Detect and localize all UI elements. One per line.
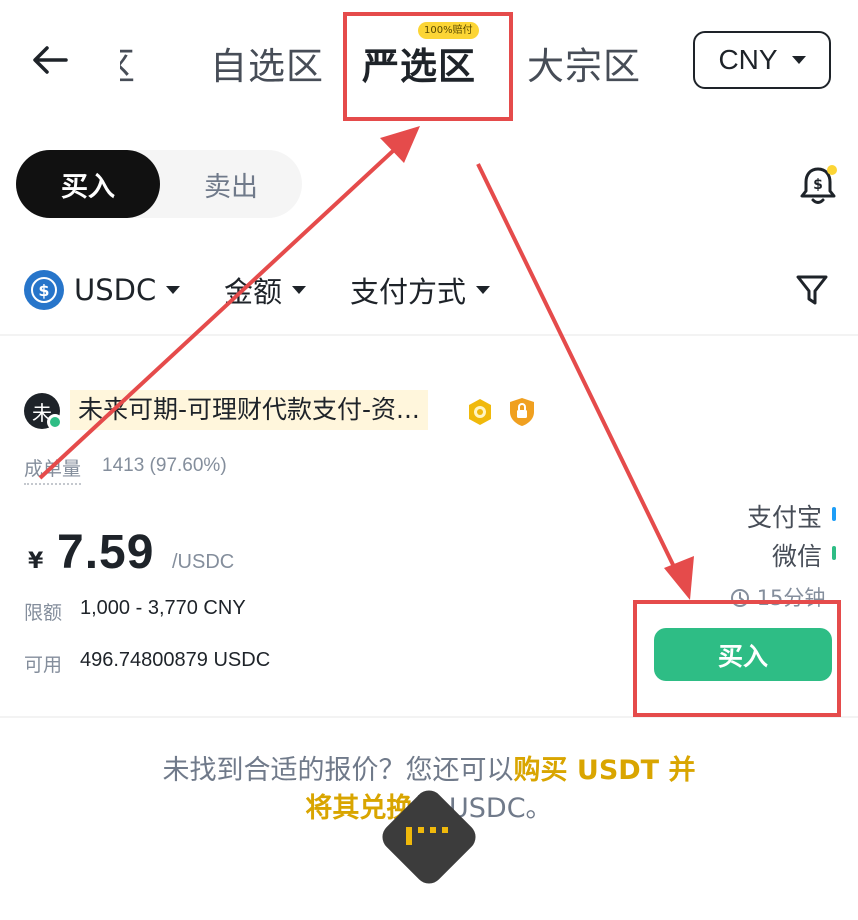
annotation-arrows bbox=[38, 126, 694, 600]
arrowhead-icon bbox=[664, 556, 694, 600]
annotation-arrow-to-buy bbox=[476, 163, 680, 576]
annotation-arrow-to-tab bbox=[38, 148, 396, 480]
